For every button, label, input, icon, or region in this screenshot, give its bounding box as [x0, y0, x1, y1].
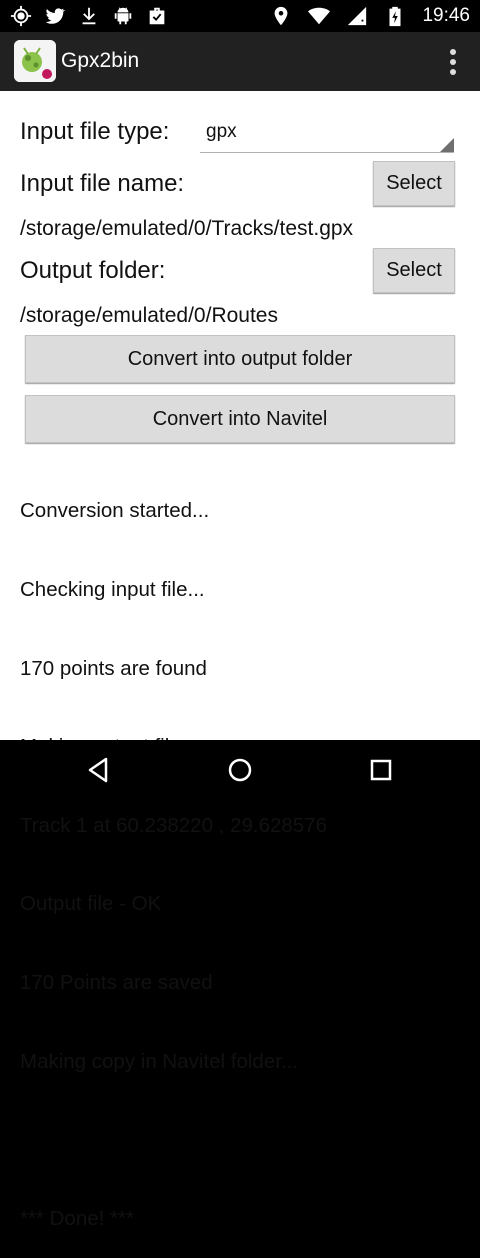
navigation-bar [0, 740, 480, 800]
log-line: Track 1 at 60.238220 , 29.628576 [20, 813, 327, 837]
conversion-log: Conversion started... Checking input fil… [20, 446, 460, 1258]
twitter-icon [45, 8, 66, 24]
app-title: Gpx2bin [61, 49, 140, 72]
download-icon [82, 7, 96, 25]
clock: 19:46 [422, 5, 470, 26]
output-folder-label: Output folder: [20, 257, 166, 284]
battery-icon [389, 6, 401, 27]
log-line: Output file - OK [20, 892, 162, 916]
convert-output-folder-button[interactable]: Convert into output folder [25, 335, 455, 383]
back-icon[interactable] [84, 755, 114, 785]
input-type-value: gpx [206, 121, 237, 142]
select-output-folder-button[interactable]: Select [373, 248, 455, 293]
output-folder-path: /storage/emulated/0/Routes [20, 304, 278, 327]
log-line: Conversion started... [20, 499, 210, 523]
input-file-path: /storage/emulated/0/Tracks/test.gpx [20, 217, 354, 240]
log-line: *** Done! *** [20, 1206, 134, 1230]
android-icon [114, 7, 132, 25]
input-file-type-label: Input file type: [20, 118, 170, 145]
signal-icon [348, 6, 367, 26]
briefcase-check-icon [149, 7, 165, 25]
log-line: 170 Points are saved [20, 971, 213, 995]
home-icon[interactable] [225, 755, 255, 785]
recents-icon[interactable] [366, 755, 396, 785]
log-line: 170 points are found [20, 656, 207, 680]
input-file-name-label: Input file name: [20, 170, 185, 197]
overflow-menu-icon[interactable] [446, 46, 460, 78]
log-line: Checking input file... [20, 578, 205, 602]
convert-navitel-button[interactable]: Convert into Navitel [25, 395, 455, 443]
location-icon [275, 6, 288, 26]
gps-icon [10, 5, 32, 27]
log-line: Making copy in Navitel folder... [20, 1049, 299, 1073]
spinner-arrow-icon [440, 138, 454, 152]
select-input-file-button[interactable]: Select [373, 161, 455, 206]
input-type-spinner[interactable]: gpx [200, 118, 454, 153]
action-bar: Gpx2bin [0, 32, 480, 91]
wifi-icon [308, 7, 331, 25]
app-icon [14, 40, 56, 82]
status-bar: 19:46 [0, 0, 480, 32]
